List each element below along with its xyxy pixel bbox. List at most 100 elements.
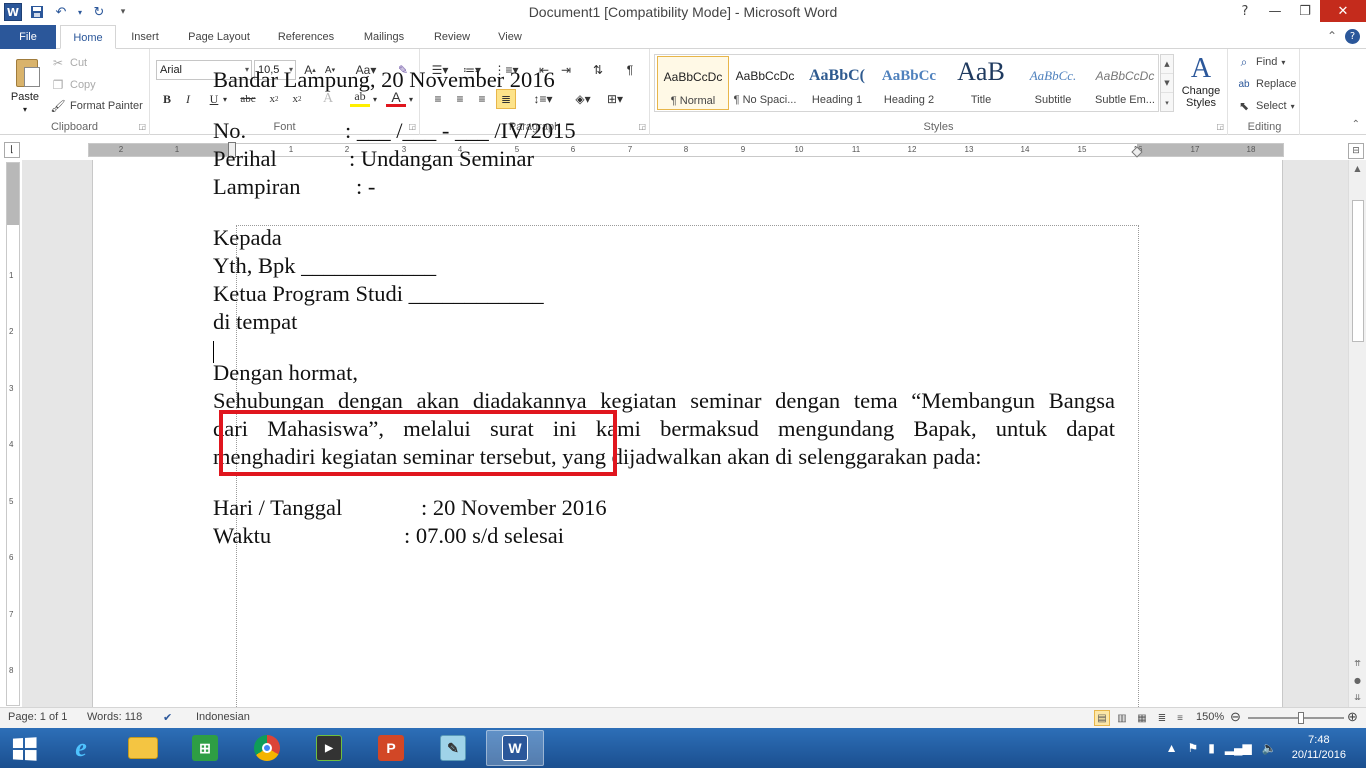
status-bar: Page: 1 of 1 Words: 118 ✔ Indonesian ▤ ▥… (0, 707, 1366, 728)
taskbar-file-explorer[interactable] (114, 730, 172, 766)
ruler-tick: 8 (9, 666, 14, 675)
ruler-tick: 7 (9, 610, 14, 619)
page-count[interactable]: Page: 1 of 1 (8, 711, 67, 723)
paste-button[interactable]: Paste ▾ (4, 51, 46, 114)
zoom-level[interactable]: 150% (1196, 711, 1224, 723)
body-line-1: Sehubungan dengan akan diadakannya kegia… (213, 388, 1115, 413)
change-styles-icon: A (1190, 53, 1212, 84)
tab-mailings[interactable]: Mailings (352, 25, 416, 49)
zoom-slider-thumb[interactable] (1298, 712, 1304, 724)
italic-icon[interactable]: I (178, 89, 198, 109)
full-screen-reading-icon[interactable]: ▥ (1114, 710, 1130, 726)
tab-selector[interactable]: ⌊ (4, 142, 20, 158)
folder-icon (128, 737, 158, 759)
format-painter-button[interactable]: 🖌 Format Painter (50, 98, 143, 114)
clipboard-launcher-icon[interactable]: ◲ (138, 122, 146, 131)
tab-view[interactable]: View (488, 25, 532, 49)
tab-file[interactable]: File (0, 25, 56, 49)
start-button[interactable] (0, 728, 50, 768)
zoom-in-icon[interactable]: ⊕ (1347, 709, 1358, 725)
minimize-ribbon-icon[interactable]: ⌃ (1327, 29, 1337, 44)
taskbar-word[interactable]: W (486, 730, 544, 766)
close-button[interactable]: ✕ (1320, 0, 1366, 22)
find-button[interactable]: ⌕ Find ▾ (1236, 54, 1286, 70)
body-line-2: dari Mahasiswa”, melalui surat ini kami … (213, 416, 1115, 441)
field-label: Perihal (213, 146, 277, 171)
tempat-line: di tempat (213, 309, 298, 334)
paste-dropdown-icon: ▾ (22, 105, 27, 114)
taskbar-internet-explorer[interactable]: e (52, 730, 110, 766)
scrollbar-thumb[interactable] (1352, 200, 1364, 342)
gallery-down-icon[interactable]: ▼ (1161, 74, 1173, 93)
taskbar-notepad[interactable]: ✎ (424, 730, 482, 766)
gallery-more-icon[interactable]: ▾ (1161, 93, 1173, 112)
tab-insert[interactable]: Insert (120, 25, 170, 49)
taskbar-chrome[interactable] (238, 730, 296, 766)
scroll-up-icon[interactable]: ▲ (1349, 160, 1366, 176)
scroll-up-arrows-icon[interactable]: ⇈ (1349, 655, 1366, 671)
collapse-ribbon-icon[interactable]: ⌃ (1352, 119, 1360, 130)
field-value: : Undangan Seminar (349, 146, 534, 171)
ruler-tick: 2 (118, 145, 124, 154)
cut-button[interactable]: ✂ Cut (50, 55, 87, 71)
flag-icon[interactable]: ⚑ (1187, 741, 1198, 755)
tab-page-layout[interactable]: Page Layout (178, 25, 260, 49)
styles-launcher-icon[interactable]: ◲ (1216, 122, 1224, 131)
kepada-line: Kepada (213, 225, 282, 250)
tab-home[interactable]: Home (60, 25, 116, 49)
taskbar-store[interactable]: ⊞ (176, 730, 234, 766)
document-body[interactable]: Bandar Lampung, 20 November 2016 No.: __… (213, 66, 1115, 550)
field-label: Hari / Tanggal (213, 495, 343, 520)
restore-button[interactable]: ❐ (1290, 0, 1320, 22)
web-layout-icon[interactable]: ▦ (1134, 710, 1150, 726)
ruler-tick: 6 (9, 553, 14, 562)
outline-view-icon[interactable]: ≣ (1154, 710, 1170, 726)
field-value: : - (356, 174, 376, 199)
styles-gallery-scroll: ▲ ▼ ▾ (1160, 54, 1174, 112)
format-painter-label: Format Painter (70, 100, 143, 112)
view-ruler-icon[interactable]: ⊟ (1348, 143, 1364, 159)
select-button[interactable]: ⬉ Select ▾ (1236, 98, 1295, 114)
cursor-icon: ⬉ (1238, 99, 1250, 113)
zoom-slider[interactable] (1248, 717, 1344, 719)
replace-button[interactable]: ab Replace (1236, 76, 1296, 92)
language-indicator[interactable]: Indonesian (196, 711, 250, 723)
scissors-icon: ✂ (52, 56, 64, 70)
battery-icon[interactable]: ▮ (1208, 741, 1215, 755)
print-layout-icon[interactable]: ▤ (1094, 710, 1110, 726)
body-line-3: menghadiri kegiatan seminar tersebut, ya… (213, 444, 982, 469)
field-label: No. (213, 118, 247, 143)
ruler-tick: 17 (1190, 145, 1200, 154)
help-window-button[interactable]: ? (1230, 0, 1260, 22)
find-label: Find (1256, 56, 1278, 68)
show-hidden-icons-icon[interactable]: ▲ (1166, 741, 1178, 755)
vertical-ruler[interactable]: 1 2 3 4 5 6 7 8 (6, 162, 20, 706)
copy-icon: ❐ (52, 78, 64, 92)
select-browse-object-icon[interactable]: ● (1349, 672, 1366, 688)
taskbar-powerpoint[interactable]: P (362, 730, 420, 766)
gallery-up-icon[interactable]: ▲ (1161, 55, 1173, 74)
vertical-scrollbar[interactable]: ▲ ⇈ ● ⇊ (1348, 160, 1366, 707)
tab-review[interactable]: Review (424, 25, 480, 49)
volume-icon[interactable]: 🔈 (1262, 741, 1277, 755)
tab-references[interactable]: References (268, 25, 344, 49)
field-hari-tanggal: Hari / Tanggal : 20 November 2016 (213, 494, 1115, 522)
store-icon: ⊞ (192, 735, 218, 761)
proofing-icon[interactable]: ✔ (163, 711, 172, 724)
clock[interactable]: 7:48 20/11/2016 (1292, 733, 1346, 763)
network-icon[interactable]: ▂▄▆ (1225, 741, 1252, 755)
scroll-down-arrows-icon[interactable]: ⇊ (1349, 689, 1366, 705)
help-icon[interactable]: ? (1345, 29, 1360, 44)
change-styles-button[interactable]: A Change Styles (1178, 53, 1224, 115)
minimize-button[interactable]: — (1260, 0, 1290, 22)
taskbar-media[interactable]: ▶ (300, 730, 358, 766)
zoom-out-icon[interactable]: ⊖ (1230, 709, 1241, 725)
replace-label: Replace (1256, 78, 1297, 90)
copy-button[interactable]: ❐ Copy (50, 77, 96, 93)
field-value: : 07.00 s/d selesai (404, 523, 564, 548)
field-value: : 20 November 2016 (421, 495, 607, 520)
copy-label: Copy (70, 79, 96, 91)
bold-icon[interactable]: B (157, 89, 177, 109)
draft-view-icon[interactable]: ≡ (1172, 710, 1188, 726)
word-count[interactable]: Words: 118 (87, 711, 142, 723)
